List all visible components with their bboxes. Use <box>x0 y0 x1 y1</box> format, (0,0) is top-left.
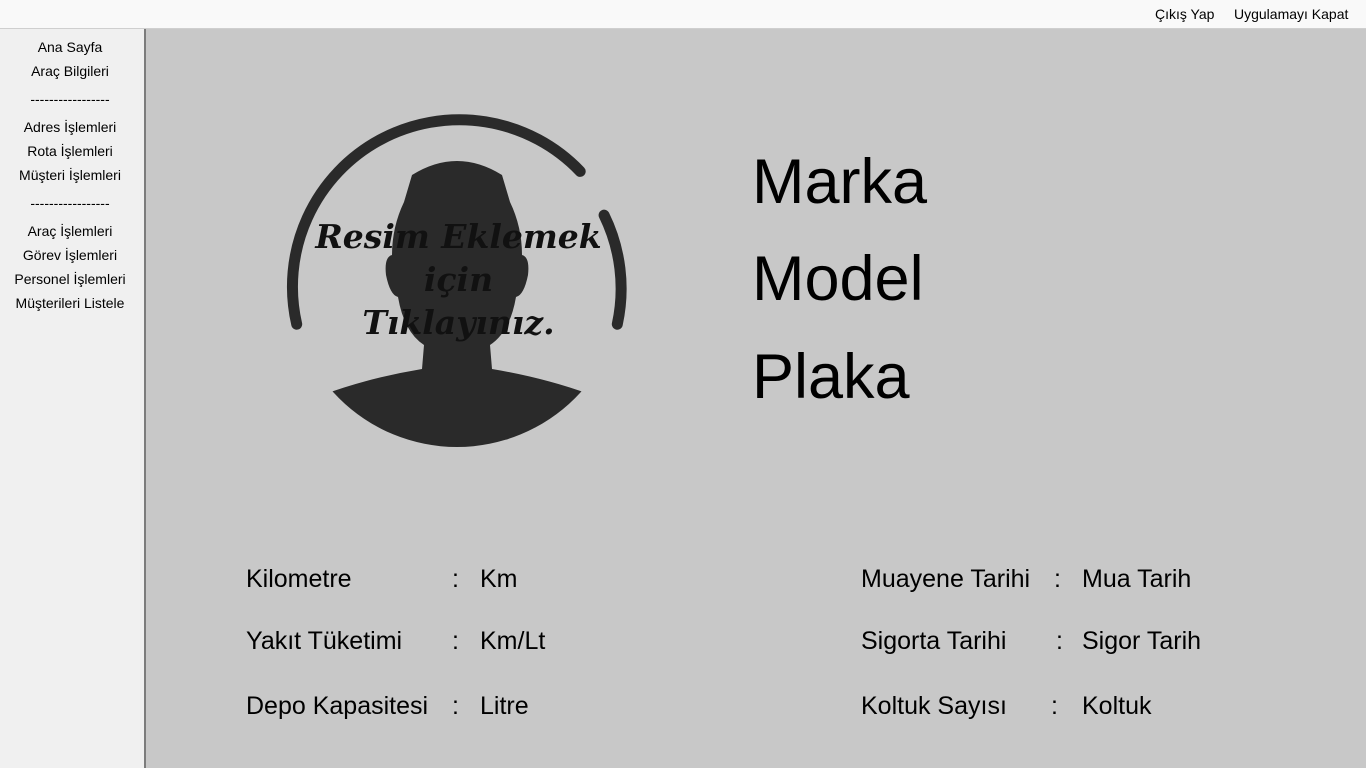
mileage-colon: : <box>452 565 459 593</box>
tank-capacity-colon: : <box>452 692 459 720</box>
vehicle-brand: Marka <box>752 147 928 217</box>
vehicle-info-panel: Resim Eklemek için Tıklayınız. Marka Mod… <box>144 29 1366 768</box>
sidebar-item-route-operations[interactable]: Rota İşlemleri <box>0 142 140 160</box>
insurance-date-value: Sigor Tarih <box>1082 627 1202 655</box>
seat-count-label: Koltuk Sayısı <box>861 692 1007 720</box>
insurance-date-colon: : <box>1056 627 1063 655</box>
sidebar-item-personnel-operations[interactable]: Personel İşlemleri <box>0 270 140 288</box>
sidebar-item-list-customers[interactable]: Müşterileri Listele <box>0 294 140 312</box>
vehicle-model: Model <box>752 244 924 314</box>
sidebar-separator: ----------------- <box>30 91 110 107</box>
caption-line: Tıklayınız. <box>362 303 555 342</box>
logout-link[interactable]: Çıkış Yap <box>1155 6 1214 22</box>
mileage-value: Km <box>480 565 518 593</box>
insurance-date-label: Sigorta Tarihi <box>861 627 1007 655</box>
fuel-consumption-label: Yakıt Tüketimi <box>246 627 403 655</box>
caption-line: Resim Eklemek <box>315 217 602 256</box>
tank-capacity-value: Litre <box>480 692 529 720</box>
fuel-consumption-colon: : <box>452 627 459 655</box>
sidebar-item-vehicle-info[interactable]: Araç Bilgileri <box>0 62 140 80</box>
fuel-consumption-value: Km/Lt <box>480 627 546 655</box>
sidebar-item-task-operations[interactable]: Görev İşlemleri <box>0 246 140 264</box>
inspection-date-colon: : <box>1054 565 1061 593</box>
seat-count-colon: : <box>1051 692 1058 720</box>
sidebar-nav: Ana Sayfa Araç Bilgileri ---------------… <box>0 29 144 768</box>
mileage-label: Kilometre <box>246 565 352 593</box>
tank-capacity-label: Depo Kapasitesi <box>246 692 429 720</box>
sidebar-item-vehicle-operations[interactable]: Araç İşlemleri <box>0 222 140 240</box>
add-photo-caption[interactable]: Resim Eklemek için Tıklayınız. <box>311 215 606 344</box>
caption-line: için <box>423 260 494 299</box>
inspection-date-label: Muayene Tarihi <box>861 565 1031 593</box>
inspection-date-value: Mua Tarih <box>1082 565 1192 593</box>
close-app-link[interactable]: Uygulamayı Kapat <box>1234 6 1348 22</box>
sidebar-item-customer-operations[interactable]: Müşteri İşlemleri <box>0 166 140 184</box>
sidebar-separator: ----------------- <box>30 195 110 211</box>
vehicle-plate: Plaka <box>752 342 910 412</box>
sidebar-item-address-operations[interactable]: Adres İşlemleri <box>0 118 140 136</box>
seat-count-value: Koltuk <box>1082 692 1152 720</box>
sidebar-item-home[interactable]: Ana Sayfa <box>0 38 140 56</box>
top-menu-bar: Çıkış Yap Uygulamayı Kapat <box>0 0 1366 29</box>
